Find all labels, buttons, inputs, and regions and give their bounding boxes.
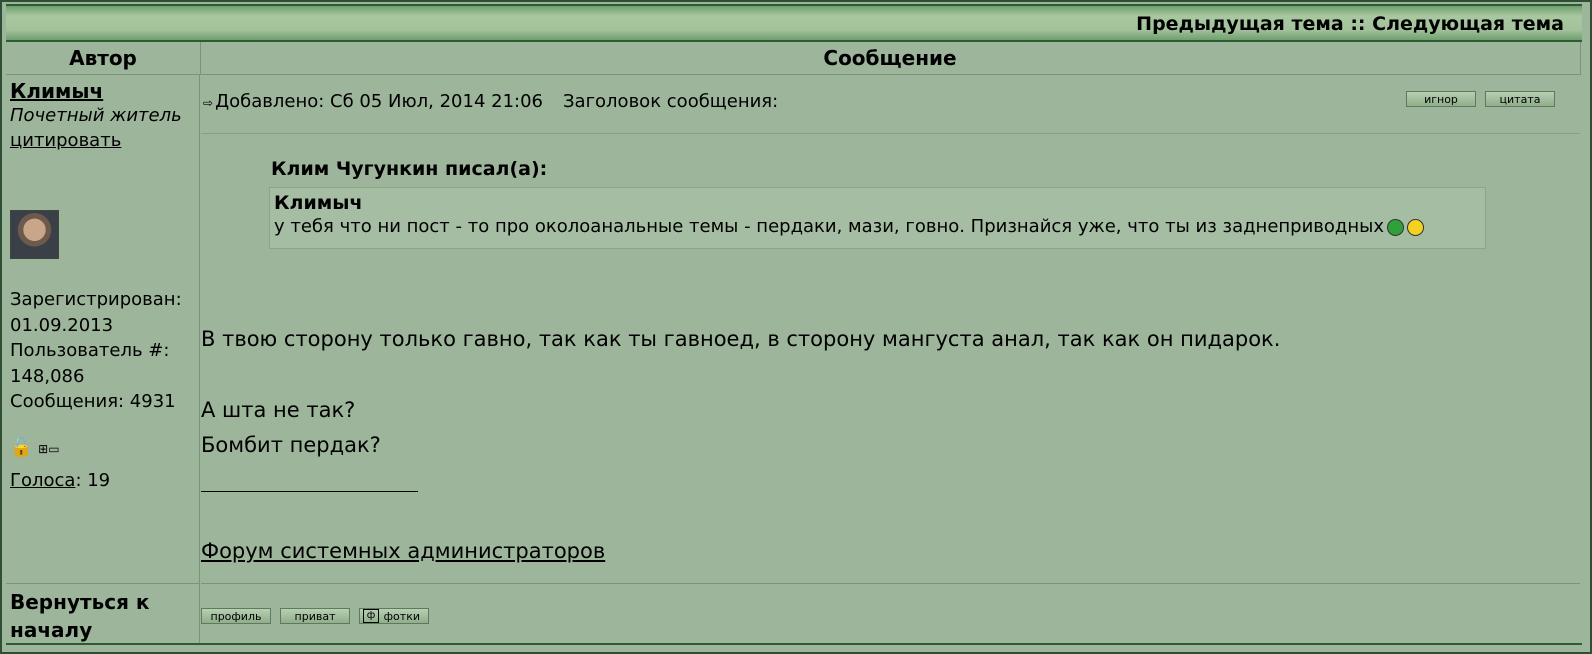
card-icon[interactable]: ⊞▭ (38, 442, 59, 456)
post-footer: профиль приват ф фотки (201, 583, 1580, 644)
profile-button[interactable]: профиль (201, 608, 271, 624)
post-header: ⇨ Добавлено: Сб 05 Июл, 2014 21:06 Заголов… (201, 75, 1580, 134)
prev-topic-link[interactable]: Предыдущая тема (1136, 13, 1344, 35)
author-name[interactable]: Климыч (10, 79, 195, 103)
user-number-value: 148,086 (10, 365, 85, 387)
votes-value: : 19 (75, 470, 111, 491)
messages-count: Сообщения: 4931 (10, 391, 176, 412)
inner-quote-text: у тебя что ни пост - то про околоанальны… (274, 216, 1384, 237)
quote-button[interactable]: цитата (1485, 91, 1555, 107)
ignore-button[interactable]: игнор (1406, 91, 1476, 107)
back-to-top-link[interactable]: Вернуться к началу (6, 583, 200, 643)
topic-nav: Предыдущая тема :: Следующая тема (1136, 13, 1564, 35)
inner-quote-author: Климыч (274, 192, 363, 214)
post-arrow-icon[interactable]: ⇨ (203, 96, 213, 110)
user-number-label: Пользователь #: (10, 340, 170, 361)
signature-divider (201, 491, 418, 492)
message-panel: ⇨ Добавлено: Сб 05 Июл, 2014 21:06 Заголов… (201, 75, 1580, 583)
next-topic-link[interactable]: Следующая тема (1372, 13, 1564, 35)
inner-quote-text-line: у тебя что ни пост - то про околоанальны… (274, 216, 1481, 237)
pm-button[interactable]: приват (280, 608, 350, 624)
registered-value: 01.09.2013 (10, 314, 114, 336)
quote-block: Климыч у тебя что ни пост - то про около… (269, 187, 1486, 249)
author-column-header: Автор (6, 42, 201, 75)
topic-nav-bar: Предыдущая тема :: Следующая тема (6, 4, 1582, 42)
registered-label: Зарегистрирован: (10, 289, 182, 310)
green-smiley-icon (1387, 218, 1404, 236)
author-icons: 🔓 ⊞▭ (10, 437, 60, 458)
post-meta: ⇨ Добавлено: Сб 05 Июл, 2014 21:06 Заголов… (203, 91, 778, 112)
post-body-line: Бомбит пердак? (201, 433, 381, 457)
votes-link[interactable]: Голоса (10, 470, 75, 491)
lock-icon: 🔓 (10, 437, 33, 458)
author-info: Зарегистрирован: 01.09.2013 Пользователь… (10, 287, 182, 415)
signature-link[interactable]: Форум системных администраторов (201, 539, 605, 563)
subject-label: Заголовок сообщения: (563, 91, 779, 112)
photos-button[interactable]: ф фотки (359, 608, 429, 624)
photos-button-label: фотки (383, 610, 420, 623)
votes: Голоса: 19 (10, 470, 110, 491)
avatar (10, 210, 59, 259)
quote-author-link[interactable]: цитировать (10, 130, 121, 151)
photos-icon: ф (363, 609, 379, 623)
post-date: Добавлено: Сб 05 Июл, 2014 21:06 (215, 91, 544, 112)
yellow-smiley-icon (1407, 218, 1424, 236)
message-column-header: Сообщение (200, 42, 1581, 75)
topic-nav-separator: :: (1343, 13, 1373, 35)
post-body-line: В твою сторону только гавно, так как ты … (201, 327, 1281, 351)
author-panel: Климыч Почетный житель цитировать Зареги… (6, 75, 200, 583)
bottom-border (6, 643, 1582, 645)
post-body-line: А шта не так? (201, 398, 356, 422)
author-rank: Почетный житель (10, 105, 182, 126)
quote-header: Клим Чугункин писал(а): (271, 158, 548, 180)
